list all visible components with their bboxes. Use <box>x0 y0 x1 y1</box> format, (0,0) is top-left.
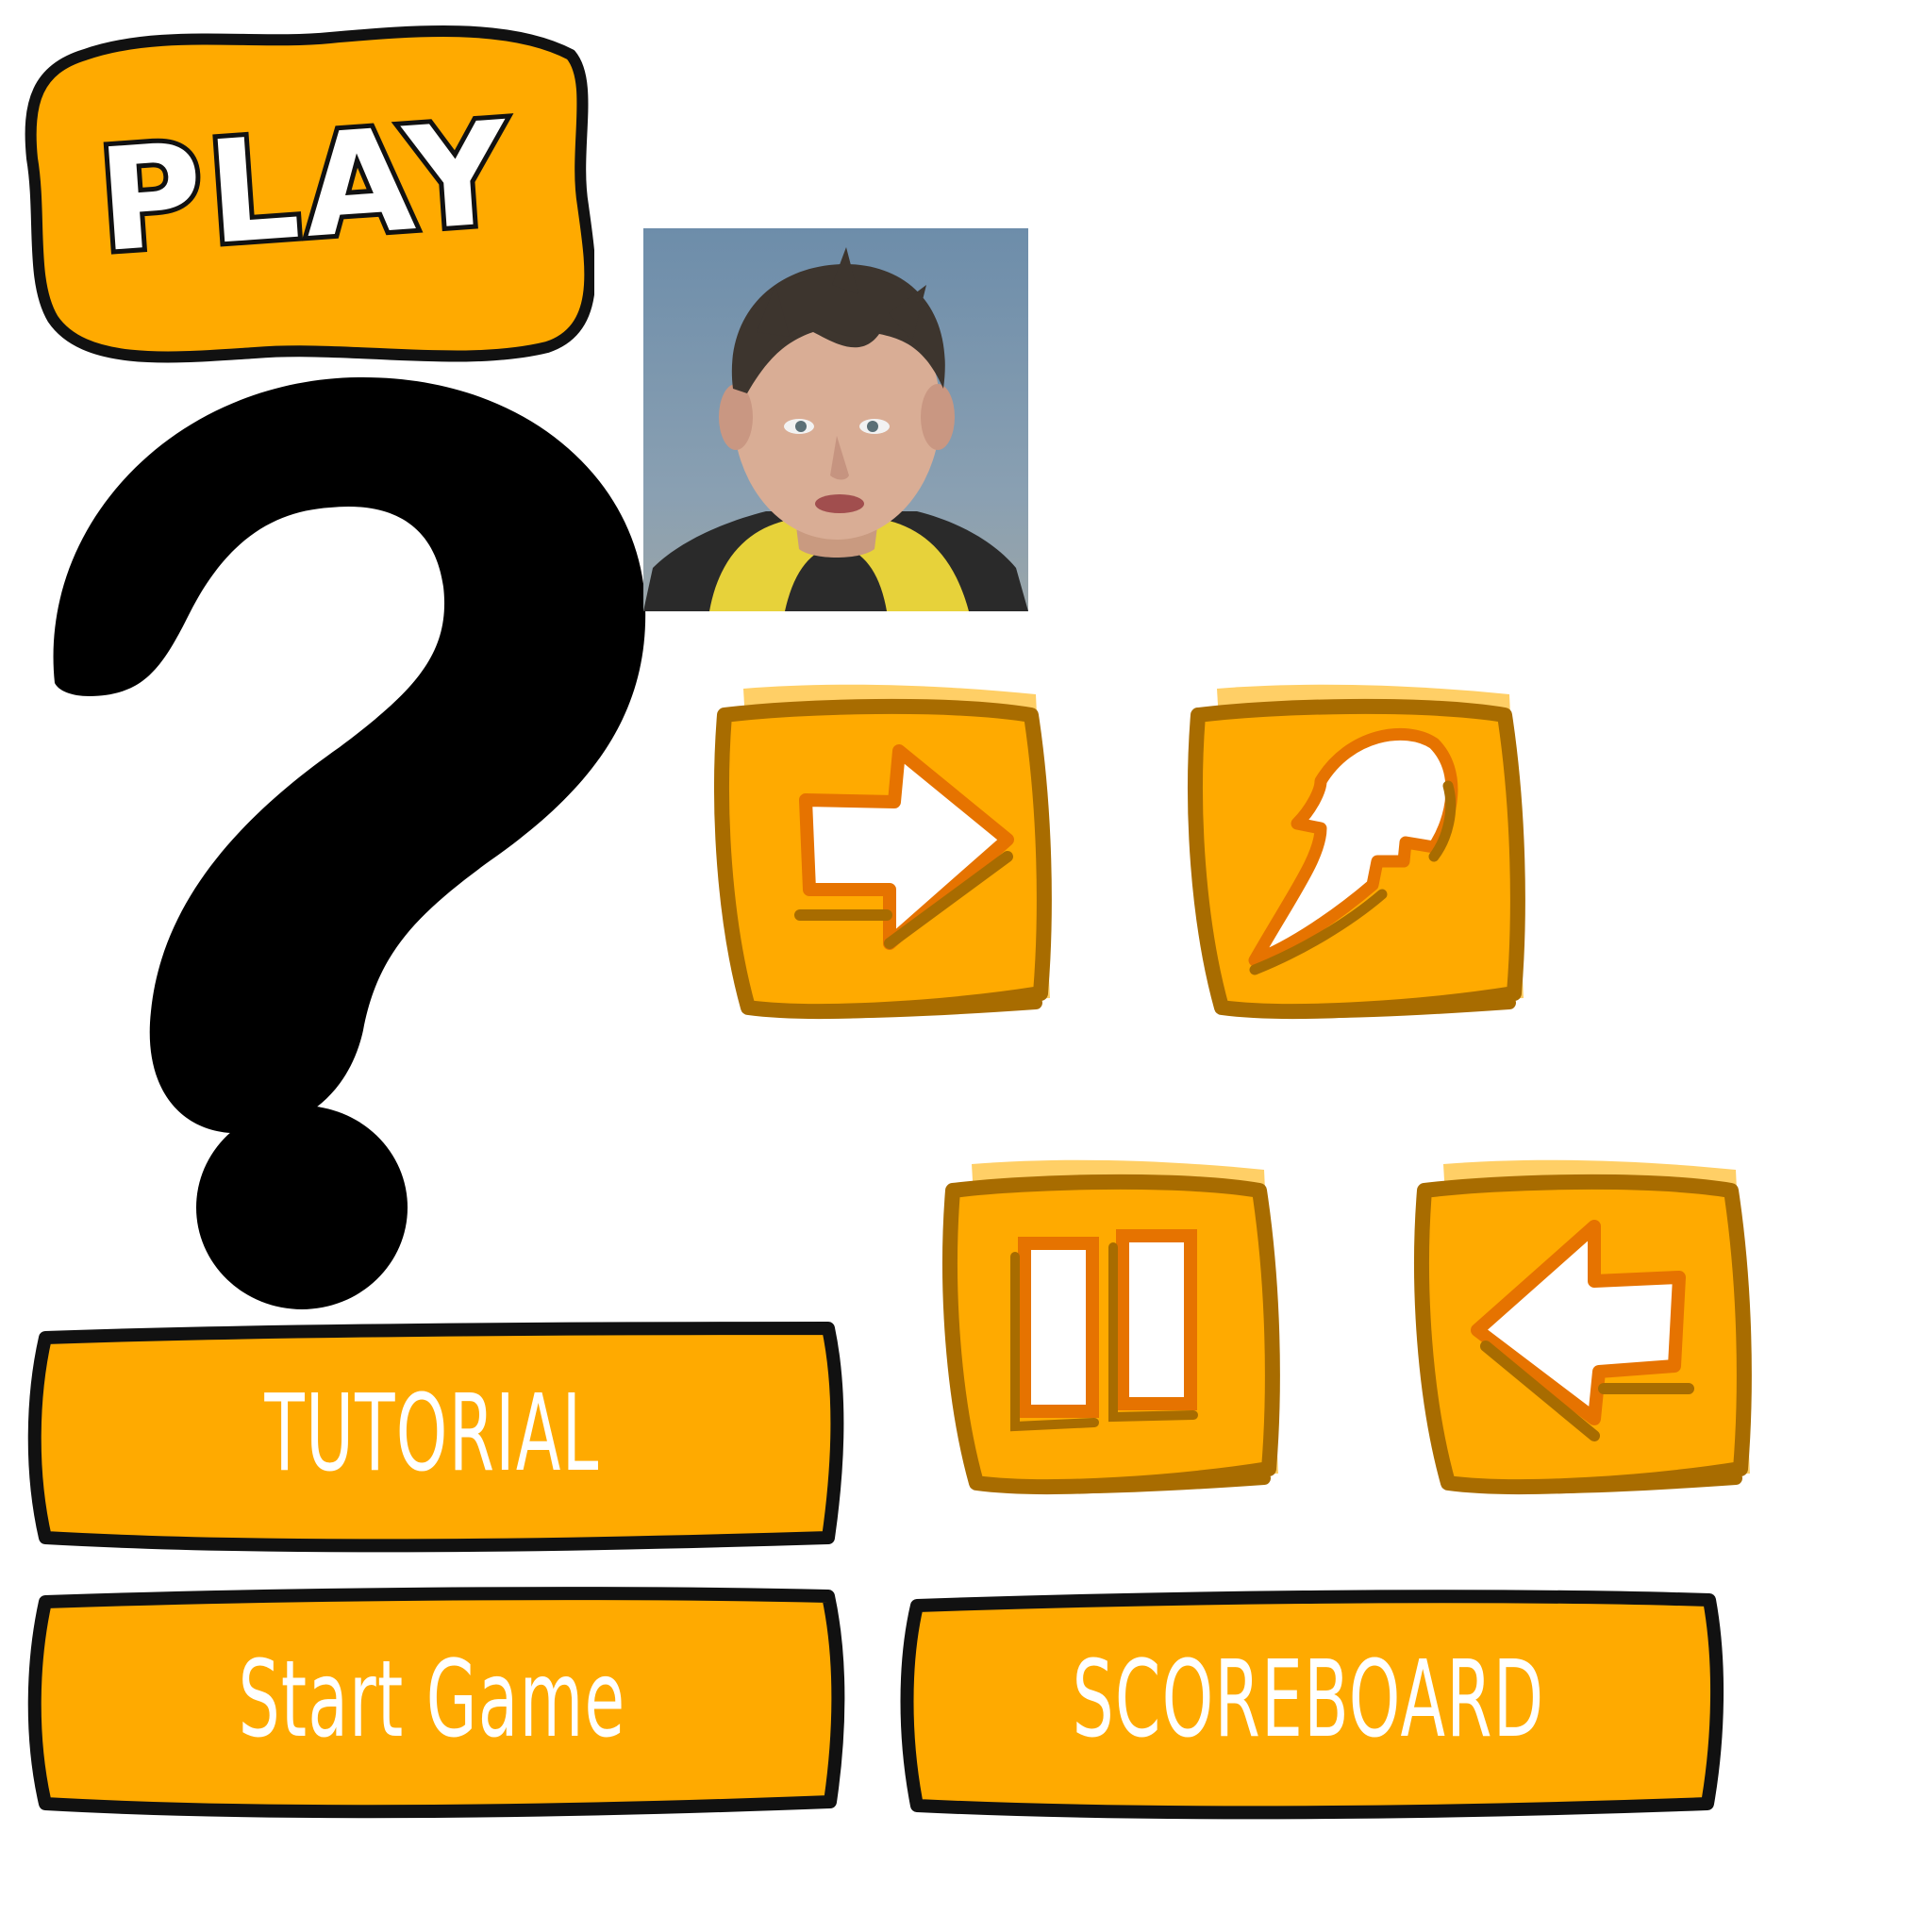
tutorial-button-label: TUTORIAL <box>264 1373 600 1495</box>
back-button[interactable] <box>1406 1153 1764 1511</box>
play-title-badge[interactable]: PLAY <box>19 17 594 366</box>
question-mark-icon[interactable] <box>0 370 651 1311</box>
play-title-label: PLAY <box>89 87 524 289</box>
next-button[interactable] <box>706 677 1064 1036</box>
scoreboard-button[interactable]: SCOREBOARD <box>889 1577 1728 1823</box>
player-photo-image <box>643 228 1028 611</box>
player-photo <box>643 228 1028 611</box>
start-game-button-label: Start Game <box>238 1639 626 1761</box>
boost-button[interactable] <box>1179 677 1538 1036</box>
pause-button[interactable] <box>934 1153 1292 1511</box>
tutorial-button[interactable]: TUTORIAL <box>17 1311 847 1557</box>
scoreboard-button-label: SCOREBOARD <box>1072 1639 1545 1761</box>
start-game-button[interactable]: Start Game <box>17 1577 847 1823</box>
